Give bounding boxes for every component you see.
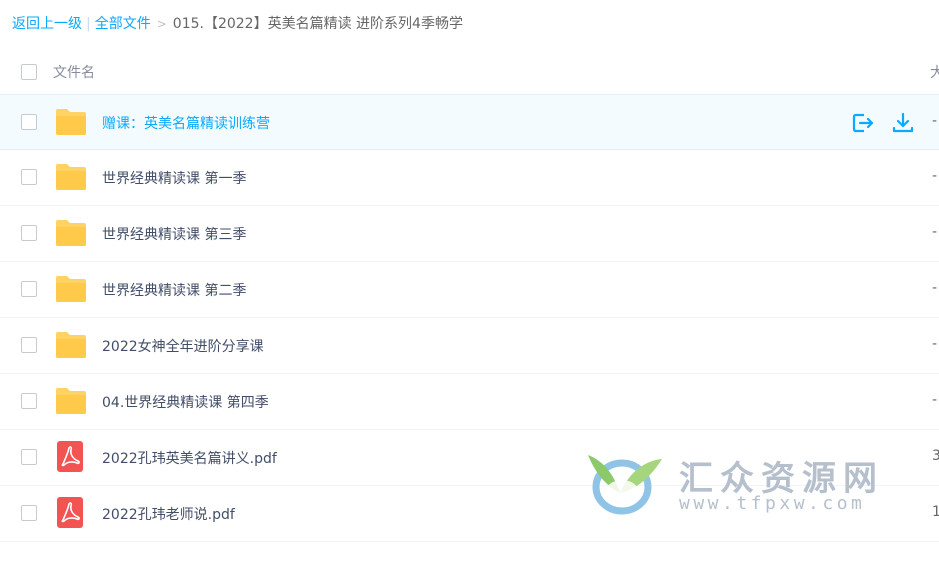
file-size: - (932, 280, 938, 296)
file-size: 3 (932, 448, 939, 464)
back-link[interactable]: 返回上一级 (12, 16, 82, 32)
row-checkbox[interactable] (21, 114, 37, 130)
download-icon[interactable] (891, 111, 915, 135)
row-checkbox[interactable] (21, 169, 37, 185)
row-checkbox[interactable] (21, 225, 37, 241)
row-checkbox[interactable] (21, 281, 37, 297)
row-checkbox[interactable] (21, 449, 37, 465)
file-row[interactable]: 世界经典精读课 第三季 - (0, 206, 939, 262)
file-row[interactable]: 2022女神全年进阶分享课 - (0, 318, 939, 374)
file-name[interactable]: 2022孔玮英美名篇讲义.pdf (102, 448, 277, 468)
file-size: 1 (932, 504, 939, 520)
pdf-icon (57, 441, 83, 472)
file-size: - (932, 336, 938, 352)
select-all-checkbox[interactable] (21, 64, 37, 80)
folder-icon (56, 332, 86, 358)
file-row[interactable]: 04.世界经典精读课 第四季 - (0, 374, 939, 430)
column-header-size[interactable]: 大 (930, 62, 939, 82)
pdf-icon (57, 497, 83, 528)
chevron-right-icon: > (156, 17, 167, 31)
current-folder: 015.【2022】英美名篇精读 进阶系列4季畅学 (172, 16, 463, 32)
folder-icon (56, 109, 86, 135)
file-name[interactable]: 世界经典精读课 第一季 (102, 168, 246, 188)
folder-icon (56, 164, 86, 190)
watermark: 汇众资源网 www.tfpxw.com (582, 447, 902, 527)
file-name[interactable]: 世界经典精读课 第二季 (102, 280, 246, 300)
folder-icon (56, 276, 86, 302)
file-row[interactable]: 赠课：英美名篇精读训练营 - (0, 94, 939, 150)
watermark-logo-icon (588, 455, 662, 515)
breadcrumb-separator: | (86, 16, 91, 32)
file-name[interactable]: 赠课：英美名篇精读训练营 (102, 113, 270, 133)
row-checkbox[interactable] (21, 505, 37, 521)
file-row[interactable]: 世界经典精读课 第一季 - (0, 150, 939, 206)
file-name[interactable]: 2022女神全年进阶分享课 (102, 336, 264, 356)
file-size: - (932, 224, 938, 240)
breadcrumb: 返回上一级 | 全部文件 >015.【2022】英美名篇精读 进阶系列4季畅学 (12, 14, 463, 34)
column-header-name[interactable]: 文件名 (53, 62, 95, 82)
file-size: - (932, 168, 938, 184)
file-name[interactable]: 世界经典精读课 第三季 (102, 224, 246, 244)
row-checkbox[interactable] (21, 337, 37, 353)
folder-icon (56, 220, 86, 246)
all-files-link[interactable]: 全部文件 (95, 16, 151, 32)
file-list-header: 文件名 大 (0, 50, 939, 95)
file-name[interactable]: 04.世界经典精读课 第四季 (102, 392, 269, 412)
folder-icon (56, 388, 86, 414)
file-browser: 返回上一级 | 全部文件 >015.【2022】英美名篇精读 进阶系列4季畅学 文件名… (0, 0, 939, 561)
file-name[interactable]: 2022孔玮老师说.pdf (102, 504, 235, 524)
file-size: - (932, 392, 938, 408)
file-size: - (932, 113, 938, 129)
file-row[interactable]: 世界经典精读课 第二季 - (0, 262, 939, 318)
row-checkbox[interactable] (21, 393, 37, 409)
watermark-url: www.tfpxw.com (679, 493, 866, 514)
share-icon[interactable] (851, 111, 875, 135)
